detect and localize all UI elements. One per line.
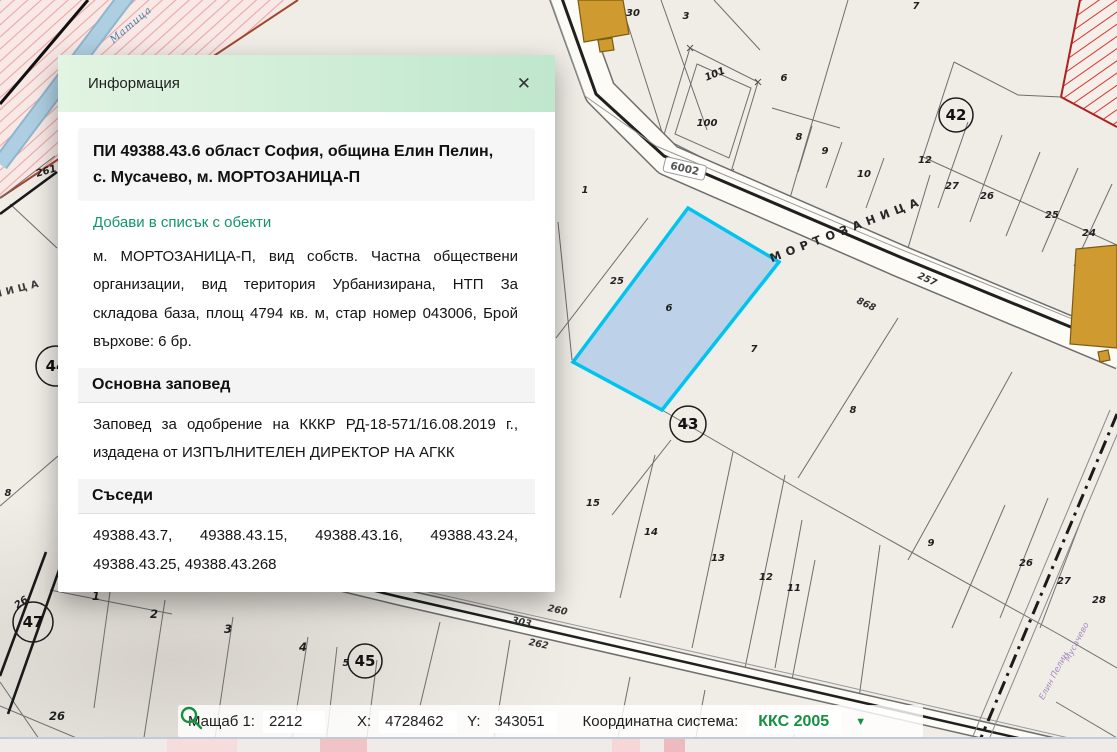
- circled-number-label: 42: [946, 106, 967, 124]
- parcel-description: м. МОРТОЗАНИЦА-П, вид собств. Частна общ…: [93, 243, 518, 356]
- y-coordinate-label: Y:: [467, 713, 480, 730]
- crs-label: Координатна система:: [583, 713, 739, 730]
- parcel-number-label: 9: [928, 538, 935, 549]
- info-panel-header: Информация ✕: [58, 55, 555, 112]
- panel-title: Информация: [88, 75, 180, 92]
- bottom-status-strip: [0, 737, 1117, 752]
- parcel-number-label: 12: [918, 155, 932, 166]
- parcel-number-label: 26: [49, 709, 65, 723]
- close-icon[interactable]: ✕: [511, 74, 537, 93]
- info-panel: Информация ✕ ПИ 49388.43.6 област София,…: [58, 55, 555, 592]
- strip-segment: [612, 739, 640, 752]
- parcel-number-label: 3: [683, 11, 690, 22]
- parcel-number-label: 7: [913, 1, 920, 12]
- parcel-number-label: 1: [582, 185, 589, 196]
- parcel-number-label: 25: [610, 276, 624, 287]
- parcel-number-label: 7: [751, 344, 758, 355]
- parcel-number-label: 2: [150, 607, 158, 621]
- info-panel-body: ПИ 49388.43.6 област София, община Елин …: [58, 112, 555, 601]
- section-heading-order: Основна заповед: [78, 368, 535, 403]
- circled-number-label: 47: [23, 613, 44, 631]
- strip-segment: [167, 739, 237, 752]
- parcel-number-label: 8: [850, 405, 857, 416]
- parcel-number-label: 27: [1057, 576, 1071, 587]
- chevron-down-icon[interactable]: ▼: [855, 716, 866, 728]
- scale-input[interactable]: [263, 711, 325, 733]
- parcel-identifier-title: ПИ 49388.43.6 област София, община Елин …: [78, 128, 535, 201]
- parcel-number-label: 26: [980, 191, 994, 202]
- parcel-number-label: 15: [586, 498, 600, 509]
- parcel-number-label: 6: [666, 303, 673, 314]
- circled-number-label: 45: [355, 652, 376, 670]
- parcel-number-label: 12: [759, 572, 773, 583]
- parcel-number-label: 30: [626, 8, 640, 19]
- circled-number-label: 43: [678, 415, 699, 433]
- parcel-number-label: 8: [796, 132, 803, 143]
- neighbours-list: 49388.43.7, 49388.43.15, 49388.43.16, 49…: [93, 522, 518, 578]
- order-text: Заповед за одобрение на КККР РД-18-571/1…: [93, 411, 518, 467]
- parcel-number-label: 10: [857, 169, 871, 180]
- building: [1070, 245, 1117, 348]
- parcel-number-label: 8: [5, 488, 12, 499]
- parcel-number-label: 26: [1019, 558, 1033, 569]
- y-coordinate-input[interactable]: [489, 711, 557, 733]
- parcel-number-label: 28: [1092, 595, 1106, 606]
- parcel-number-label: 24: [1082, 228, 1096, 239]
- section-heading-neighbours: Съседи: [78, 479, 535, 514]
- parcel-number-label: 4: [298, 640, 307, 654]
- x-coordinate-label: X:: [357, 713, 371, 730]
- building: [1098, 350, 1110, 362]
- strip-segment: [320, 739, 367, 752]
- parcel-number-label: 25: [1045, 210, 1059, 221]
- parcel-number-label: 13: [711, 553, 725, 564]
- crs-dropdown[interactable]: ККС 2005: [746, 710, 841, 734]
- parcel-number-label: 14: [644, 527, 658, 538]
- parcel-number-label: 27: [945, 181, 959, 192]
- map-toolbar: Мащаб 1: X: Y: Координатна система: ККС …: [178, 705, 923, 738]
- parcel-number-label: 100: [697, 118, 718, 129]
- building: [578, 0, 629, 42]
- add-to-object-list-link[interactable]: Добави в списък с обекти: [93, 214, 271, 231]
- strip-segment: [664, 739, 685, 752]
- parcel-number-label: 6: [781, 73, 788, 84]
- building: [598, 38, 614, 52]
- parcel-number-label: 3: [224, 622, 232, 636]
- x-coordinate-input[interactable]: [379, 711, 457, 733]
- parcel-number-label: 11: [787, 583, 801, 594]
- parcel-number-label: 9: [822, 146, 829, 157]
- cadastre-map-app: 3037101100689101227262524125678151413121…: [0, 0, 1117, 752]
